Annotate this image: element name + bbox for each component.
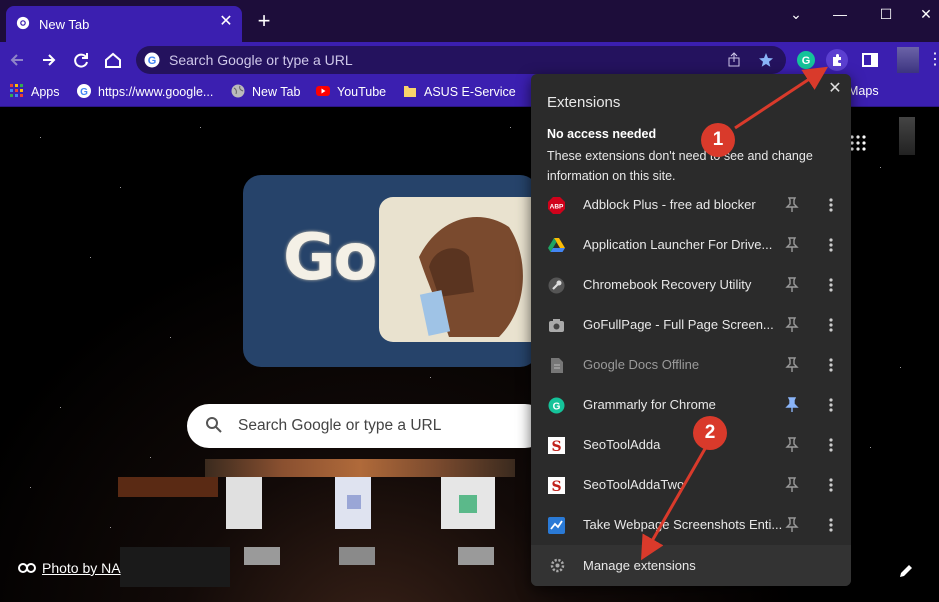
annotation-badge-2: 2 [693, 416, 727, 450]
annotation-arrow-1 [734, 66, 829, 130]
annotation-badge-1: 1 [701, 123, 735, 157]
annotation-arrows [641, 66, 829, 561]
annotation-arrow-2 [641, 446, 708, 561]
